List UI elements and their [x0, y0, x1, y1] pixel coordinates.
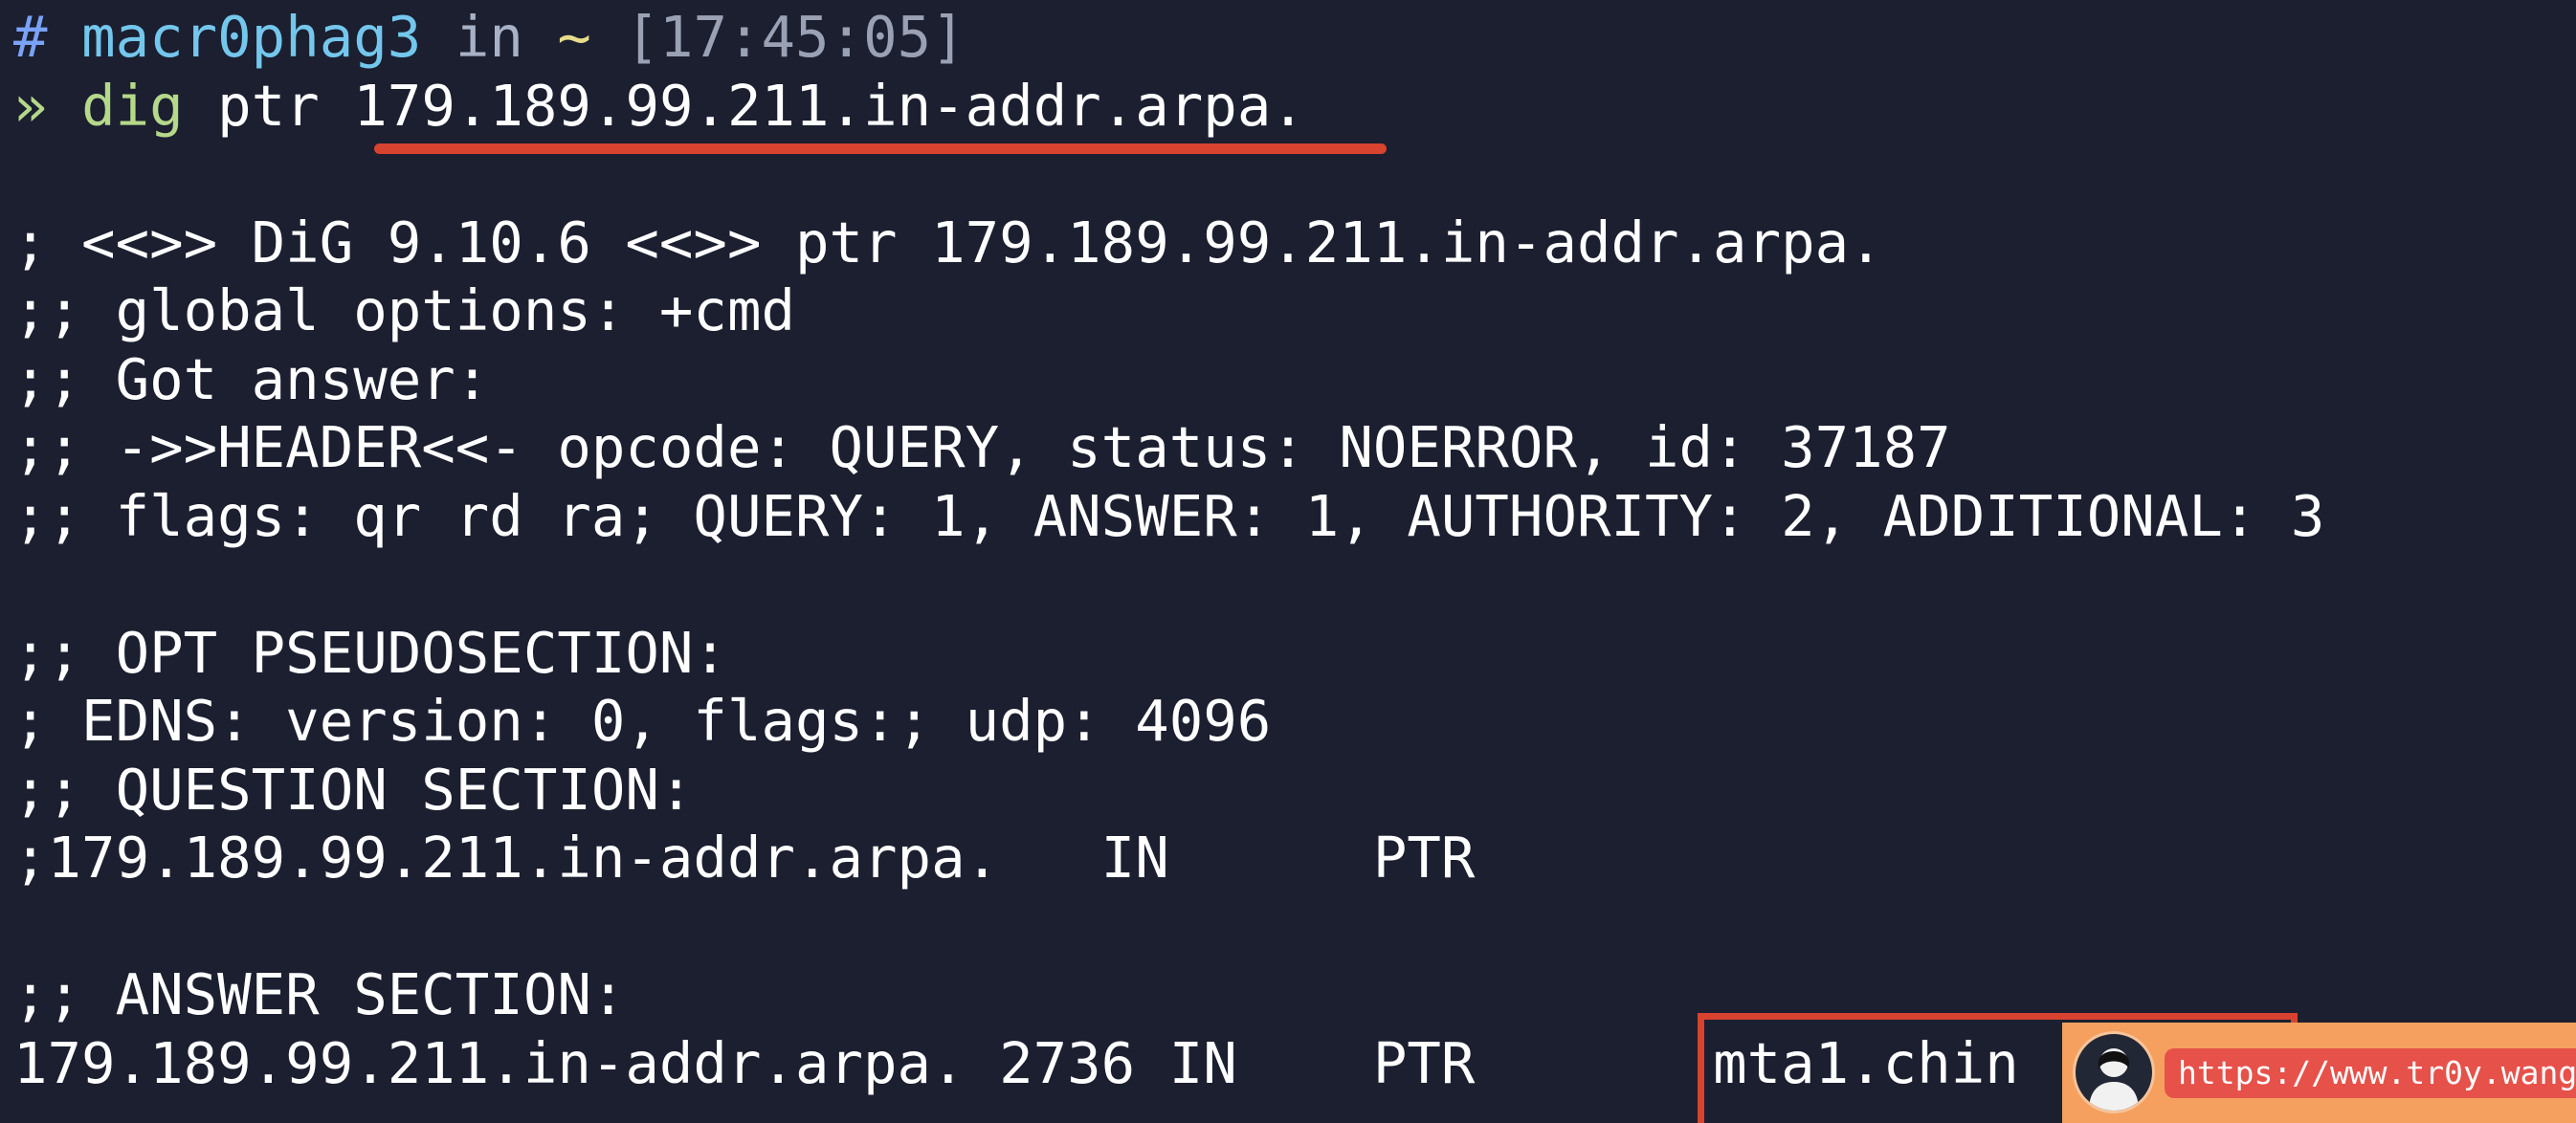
output-line: ;; QUESTION SECTION: — [13, 756, 694, 823]
terminal-window[interactable]: # macr0phag3 in ~ [17:45:05] » dig ptr 1… — [0, 0, 2576, 1123]
prompt-time: [17:45:05] — [625, 4, 966, 70]
output-line: ;; flags: qr rd ra; QUERY: 1, ANSWER: 1,… — [13, 482, 2325, 549]
output-line: ;179.189.99.211.in-addr.arpa. IN PTR — [13, 825, 1476, 891]
prompt-dir: ~ — [557, 4, 591, 70]
prompt-arrow: » — [13, 72, 48, 139]
command-args: ptr — [217, 72, 320, 139]
avatar-icon — [2073, 1031, 2155, 1113]
prompt-in: in — [455, 4, 523, 70]
prompt-hash: # — [13, 4, 48, 70]
output-line: ; <<>> DiG 9.10.6 <<>> ptr 179.189.99.21… — [13, 209, 1883, 275]
command-program: dig — [81, 72, 184, 139]
watermark-url: https://www.tr0y.wang — [2165, 1048, 2576, 1098]
output-line: ; EDNS: version: 0, flags:; udp: 4096 — [13, 688, 1272, 754]
output-line: ;; global options: +cmd — [13, 277, 795, 343]
prompt-line: # macr0phag3 in ~ [17:45:05] — [13, 3, 2576, 72]
person-silhouette-icon — [2089, 1048, 2139, 1111]
command-target: 179.189.99.211.in-addr.arpa. — [353, 72, 1305, 139]
output-line: ;; Got answer: — [13, 345, 490, 412]
output-line: ;; ->>HEADER<<- opcode: QUERY, status: N… — [13, 414, 1951, 480]
command-line[interactable]: » dig ptr 179.189.99.211.in-addr.arpa. — [13, 72, 2576, 141]
prompt-user: macr0phag3 — [81, 4, 422, 70]
answer-record: 179.189.99.211.in-addr.arpa. 2736 IN PTR — [13, 1029, 1646, 1096]
target-underline-annotation — [374, 143, 1387, 154]
output-line: ;; OPT PSEUDOSECTION: — [13, 619, 727, 686]
